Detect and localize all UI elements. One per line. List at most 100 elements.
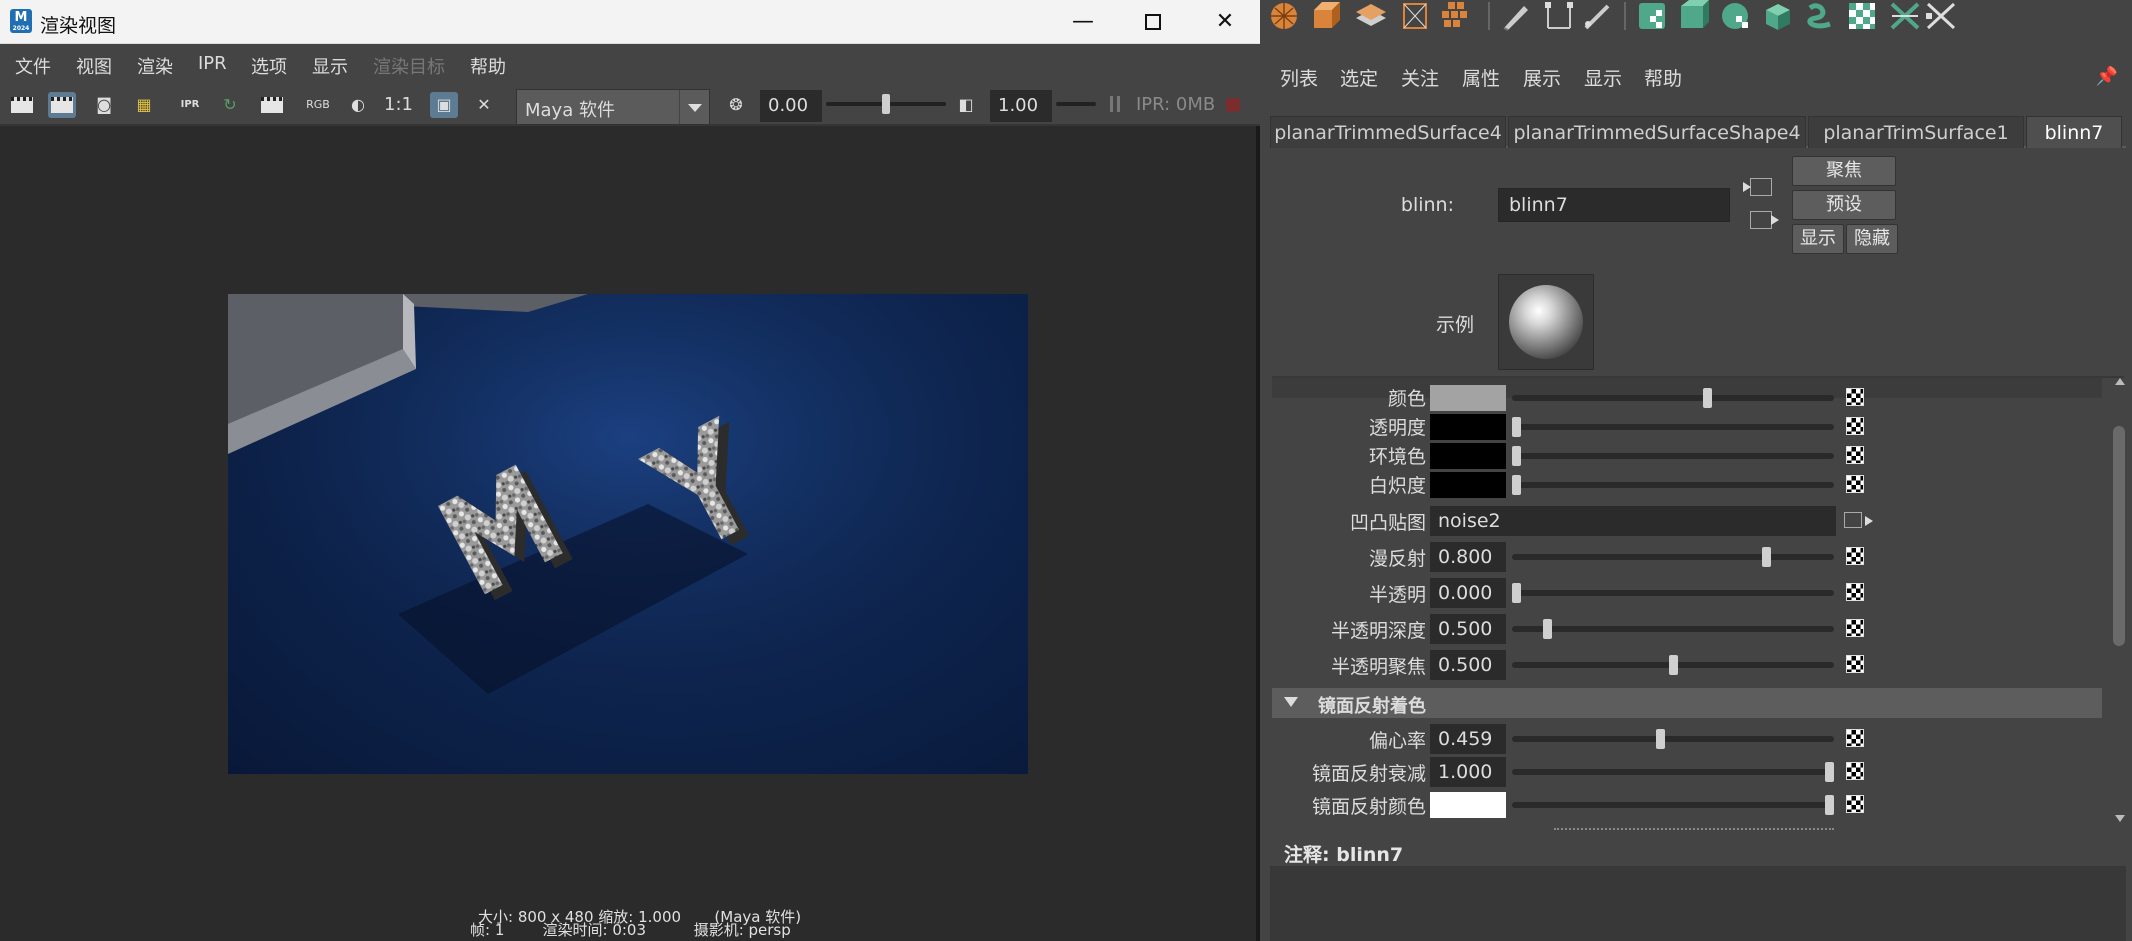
hide-button[interactable]: 隐藏 [1846, 224, 1898, 254]
menu-options[interactable]: 选项 [251, 53, 287, 79]
render-view-panel[interactable]: 大小: 800 x 480 缩放: 1.000 (Maya 软件) 帧: 1 渲… [0, 128, 1256, 941]
tab-planar-trim-surface1[interactable]: planarTrimSurface1 [1808, 116, 2024, 148]
exposure-slider-knob[interactable] [882, 94, 890, 114]
numeric-attr-slider[interactable] [1512, 583, 1834, 603]
ae-menu-attributes[interactable]: 属性 [1462, 64, 1500, 91]
ipr-render-icon[interactable]: IPR [176, 92, 204, 118]
gamma-field[interactable]: 1.00 [990, 90, 1052, 122]
snapshot-icon[interactable]: ◙ [90, 92, 118, 118]
numeric-attr-slider-knob[interactable] [1762, 547, 1771, 567]
render-sequence-icon[interactable]: ▦ [130, 92, 158, 118]
numeric-attr-slider[interactable] [1512, 619, 1834, 639]
tab-planar-trimmed-surface-shape4[interactable]: planarTrimmedSurfaceShape4 [1508, 116, 1806, 148]
ae-menu-focus[interactable]: 关注 [1401, 64, 1439, 91]
ae-menu-selected[interactable]: 选定 [1340, 64, 1378, 91]
specular-attr-map-button[interactable] [1846, 729, 1864, 747]
menu-help[interactable]: 帮助 [470, 53, 506, 79]
keep-image-icon[interactable]: ▣ [430, 92, 458, 118]
stop-ipr-icon[interactable] [1226, 98, 1240, 112]
color-attr-map-button[interactable] [1846, 388, 1864, 406]
numeric-field[interactable]: 0.500 [1430, 650, 1506, 680]
section-specular-shading[interactable]: 镜面反射着色 [1272, 688, 2102, 718]
nurbs-helix-icon[interactable] [1804, 0, 1838, 32]
numeric-field[interactable]: 0.500 [1430, 614, 1506, 644]
specular-attr-slider[interactable] [1512, 795, 1834, 815]
menu-file[interactable]: 文件 [15, 53, 51, 79]
numeric-field[interactable]: 0.459 [1430, 724, 1506, 754]
color-attr-slider[interactable] [1512, 446, 1834, 466]
color-attr-slider[interactable] [1512, 417, 1834, 437]
color-attr-slider-knob[interactable] [1512, 475, 1521, 495]
numeric-attr-map-button[interactable] [1846, 547, 1864, 565]
pencil-curve-icon[interactable] [1500, 0, 1534, 32]
color-swatch[interactable] [1430, 385, 1506, 411]
numeric-attr-slider-knob[interactable] [1669, 655, 1678, 675]
bezier-curve-icon[interactable] [1582, 0, 1616, 32]
ae-menu-display[interactable]: 显示 [1584, 64, 1622, 91]
specular-attr-slider[interactable] [1512, 762, 1834, 782]
numeric-field[interactable]: 1.000 [1430, 757, 1506, 787]
color-attr-slider-knob[interactable] [1512, 417, 1521, 437]
grid-poly-icon[interactable] [1440, 0, 1474, 32]
color-attr-slider[interactable] [1512, 475, 1834, 495]
ep-curve-icon[interactable] [1542, 0, 1576, 32]
numeric-attr-map-button[interactable] [1846, 619, 1864, 637]
rgb-channel-icon[interactable]: RGB [304, 92, 332, 118]
tab-blinn7[interactable]: blinn7 [2026, 116, 2122, 148]
numeric-attr-map-button[interactable] [1846, 583, 1864, 601]
remove-image-icon[interactable]: ✕ [470, 92, 498, 118]
menu-ipr[interactable]: IPR [198, 53, 227, 74]
attribute-scroll-area[interactable]: 颜色 透明度 环境色 白炽度 凹凸贴图 noise2 漫反射 0.800 半透明 0.000 半透明… [1272, 376, 2124, 824]
color-attr-map-button[interactable] [1846, 446, 1864, 464]
color-attr-map-button[interactable] [1846, 475, 1864, 493]
pause-ipr-icon[interactable] [1110, 96, 1120, 112]
specular-attr-slider[interactable] [1512, 729, 1834, 749]
presets-button[interactable]: 预设 [1792, 190, 1896, 220]
output-connections-icon[interactable] [1750, 211, 1779, 229]
plane-poly-icon[interactable] [1354, 0, 1388, 32]
node-name-field[interactable]: blinn7 [1498, 188, 1730, 222]
gamma-slider[interactable] [1056, 102, 1096, 106]
input-connections-icon[interactable] [1743, 178, 1772, 196]
real-size-icon[interactable]: 1:1 [384, 92, 413, 118]
cross-curves-icon[interactable] [1888, 0, 1922, 32]
scrollbar-thumb[interactable] [2113, 426, 2125, 646]
nurbs-sphere-icon[interactable] [1720, 0, 1754, 32]
show-button[interactable]: 显示 [1792, 224, 1844, 254]
specular-attr-slider-knob[interactable] [1825, 795, 1834, 815]
color-attr-slider-knob[interactable] [1512, 446, 1521, 466]
menu-display[interactable]: 显示 [312, 53, 348, 79]
nurbs-cube-icon[interactable] [1678, 0, 1712, 32]
menu-view[interactable]: 视图 [76, 53, 112, 79]
notes-resize-handle[interactable] [1554, 828, 1834, 830]
scroll-down-icon[interactable] [2115, 815, 2125, 822]
ae-menu-list[interactable]: 列表 [1280, 64, 1318, 91]
tab-planar-trimmed-surface4[interactable]: planarTrimmedSurface4 [1270, 116, 1506, 148]
numeric-attr-map-button[interactable] [1846, 655, 1864, 673]
color-swatch[interactable] [1430, 792, 1506, 818]
cube-poly-icon[interactable] [1310, 0, 1344, 32]
render-settings-icon[interactable] [258, 92, 286, 118]
color-swatch[interactable] [1430, 443, 1506, 469]
specular-attr-slider-knob[interactable] [1825, 762, 1834, 782]
exposure-field[interactable]: 0.00 [760, 90, 822, 122]
pin-icon[interactable]: 📌 [2096, 66, 2118, 87]
color-attr-map-button[interactable] [1846, 417, 1864, 435]
specular-attr-slider-knob[interactable] [1656, 729, 1665, 749]
renderer-dropdown[interactable]: Maya 软件 [516, 89, 710, 125]
nurbs-cylinder-icon[interactable] [1762, 0, 1796, 32]
sphere-poly-icon[interactable] [1268, 0, 1302, 32]
shelf-overflow-icon[interactable] [1924, 0, 1958, 32]
color-attr-slider-knob[interactable] [1703, 388, 1712, 408]
bounding-box-icon[interactable] [1398, 0, 1432, 32]
bump-map-connect-icon[interactable] [1844, 512, 1873, 528]
minimize-button[interactable]: — [1048, 0, 1118, 44]
menu-render[interactable]: 渲染 [137, 53, 173, 79]
numeric-attr-slider-knob[interactable] [1512, 583, 1521, 603]
ae-menu-show[interactable]: 展示 [1523, 64, 1561, 91]
close-button[interactable]: ✕ [1190, 0, 1260, 44]
alpha-channel-icon[interactable]: ◐ [344, 92, 372, 118]
redo-render-icon[interactable] [8, 92, 36, 118]
numeric-field[interactable]: 0.000 [1430, 578, 1506, 608]
numeric-attr-slider[interactable] [1512, 655, 1834, 675]
